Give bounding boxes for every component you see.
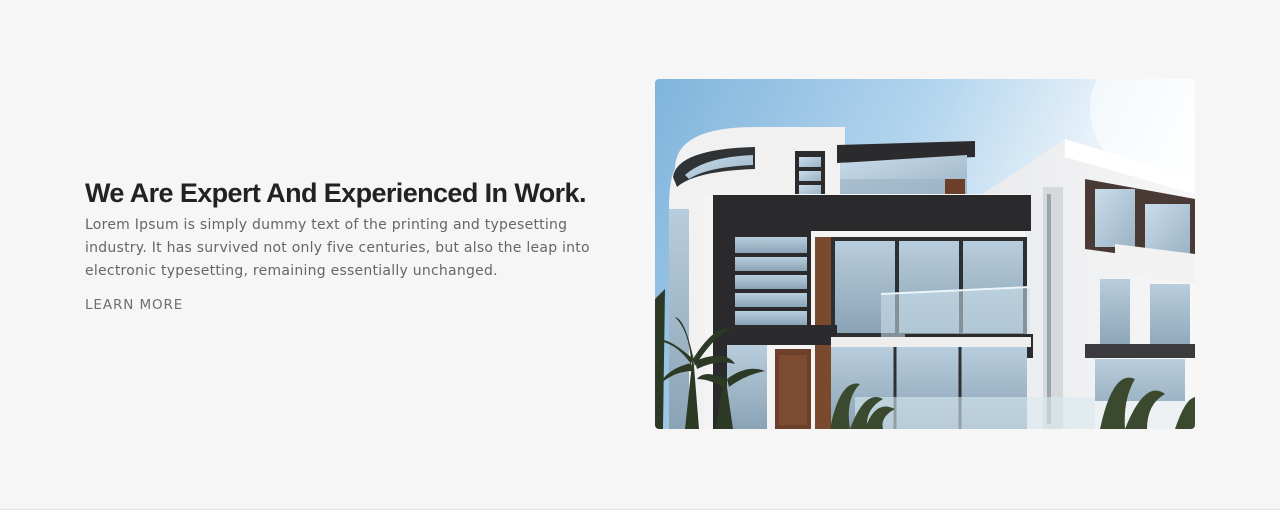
section-heading: We Are Expert And Experienced In Work. (85, 178, 586, 208)
building-photo (655, 79, 1195, 429)
learn-more-link[interactable]: LEARN MORE (85, 297, 183, 313)
section-description: Lorem Ipsum is simply dummy text of the … (85, 217, 590, 279)
about-section: We Are Expert And Experienced In Work. L… (0, 0, 1280, 510)
about-text-column: We Are Expert And Experienced In Work. L… (85, 176, 645, 313)
